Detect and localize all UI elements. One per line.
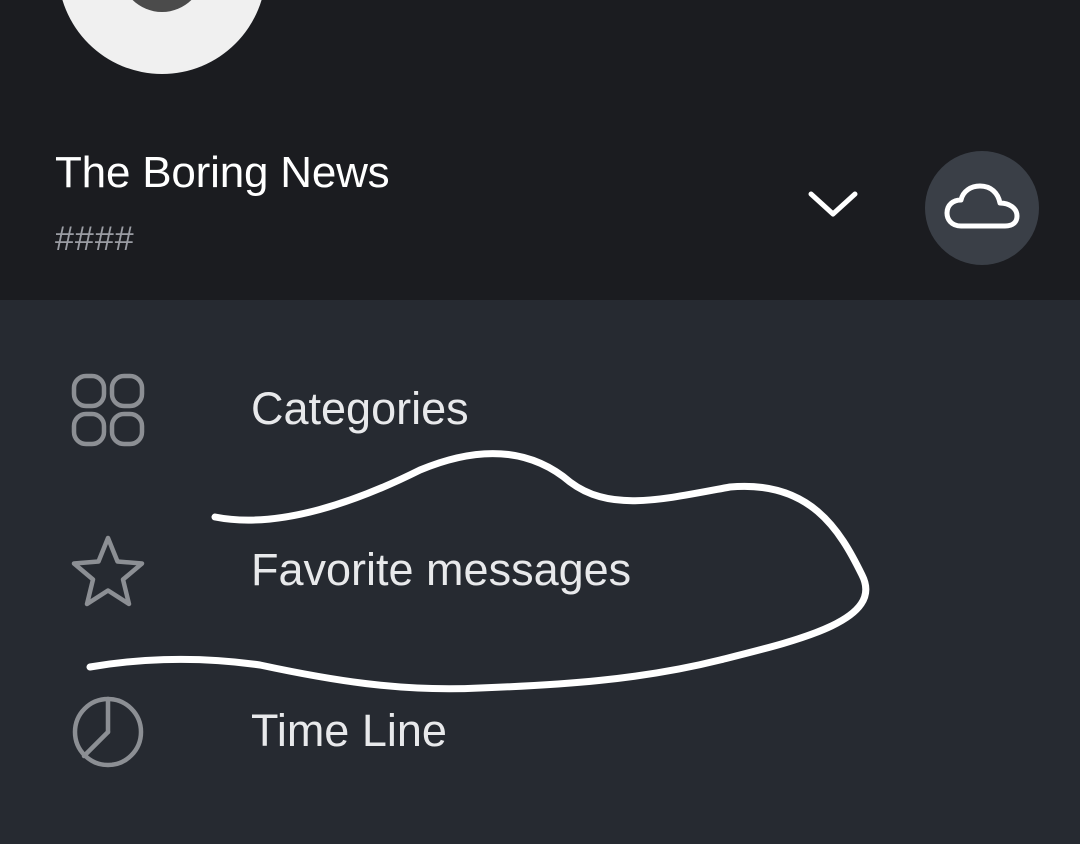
avatar[interactable] bbox=[58, 0, 266, 74]
menu-item-time-line[interactable]: Time Line bbox=[0, 656, 1080, 806]
account-name: The Boring News bbox=[55, 148, 390, 197]
avatar-image bbox=[120, 0, 204, 12]
menu-item-categories[interactable]: Categories bbox=[0, 334, 1080, 484]
menu-item-label: Favorite messages bbox=[251, 544, 632, 595]
account-subtitle: #### bbox=[55, 220, 135, 258]
menu-item-favorite-messages[interactable]: Favorite messages bbox=[0, 495, 1080, 645]
cloud-icon bbox=[944, 183, 1020, 229]
chevron-down-icon bbox=[808, 191, 858, 217]
star-icon bbox=[70, 533, 146, 609]
grid-icon bbox=[70, 372, 146, 448]
pie-chart-icon bbox=[70, 694, 146, 770]
menu-item-label: Categories bbox=[251, 383, 469, 434]
cloud-button[interactable] bbox=[925, 151, 1039, 265]
expand-accounts-button[interactable] bbox=[800, 176, 866, 232]
drawer-header: The Boring News #### bbox=[0, 0, 1080, 300]
menu-item-label: Time Line bbox=[251, 705, 447, 756]
